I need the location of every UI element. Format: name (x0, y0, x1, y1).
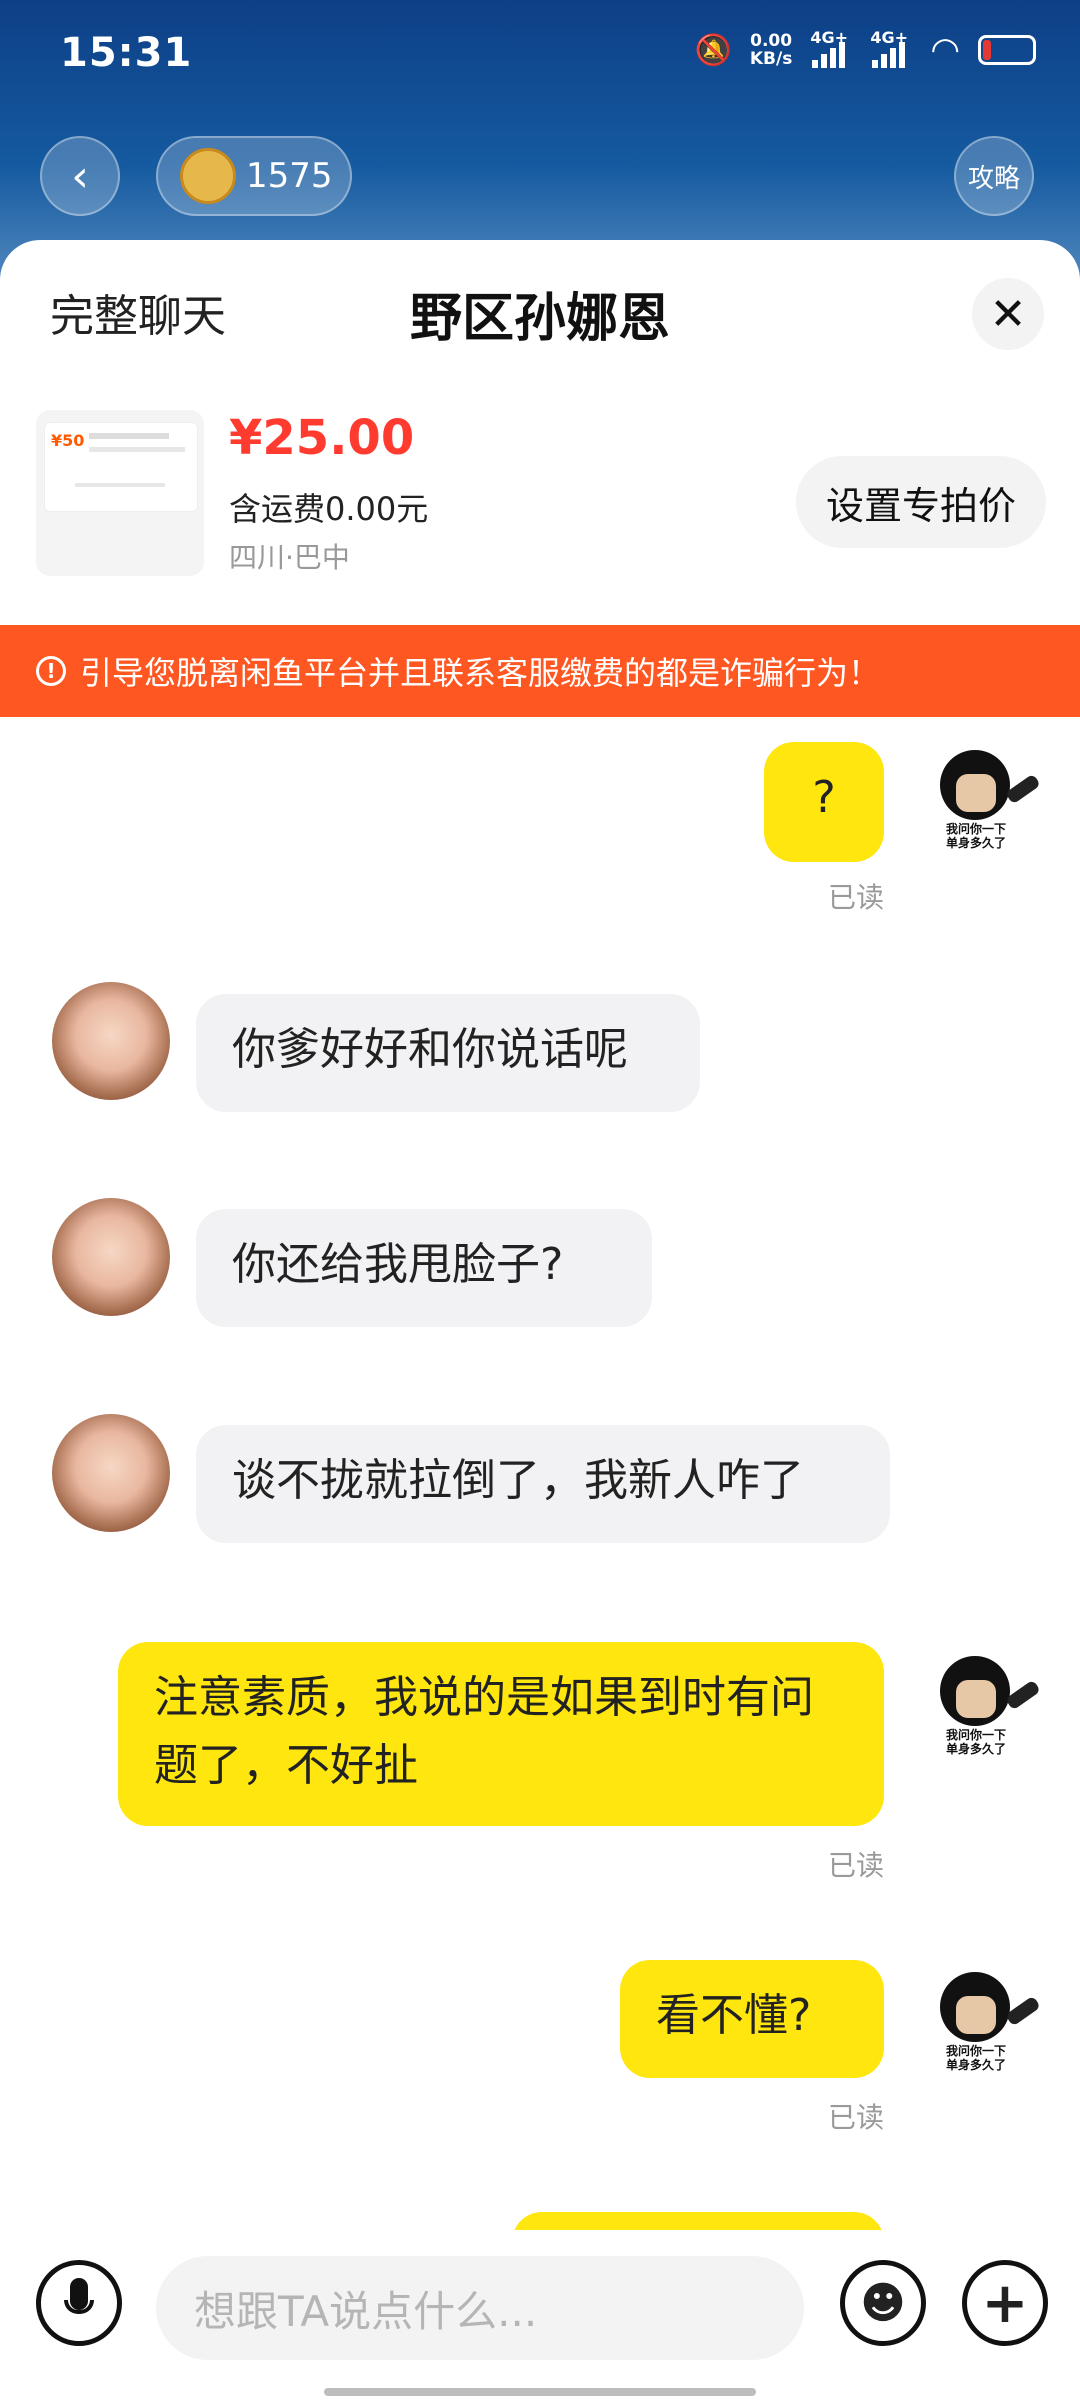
game-toolbar: ‹ 1575 攻略 (0, 136, 1080, 216)
warning-text: 引导您脱离闲鱼平台并且联系客服缴费的都是诈骗行为！ (80, 654, 881, 692)
set-special-price-button[interactable]: 设置专拍价 (795, 456, 1046, 548)
network-speed: 0.00 KB/s (749, 31, 793, 69)
message-bubble[interactable]: 谈不拢就拉倒了，我新人咋了 (196, 1425, 890, 1543)
chevron-left-icon: ‹ (71, 150, 89, 202)
message-bubble[interactable]: ? (764, 742, 884, 862)
alert-icon: ! (36, 656, 66, 686)
avatar[interactable] (52, 1198, 170, 1316)
close-icon: ✕ (989, 288, 1027, 340)
avatar[interactable] (52, 982, 170, 1100)
product-location: 四川·巴中 (229, 541, 350, 574)
more-button[interactable]: + (962, 2260, 1048, 2346)
clock: 15:31 (60, 30, 193, 76)
read-receipt: 已读 (827, 2101, 884, 2134)
input-bar: 想跟TA说点什么... ☻ + (0, 2230, 1080, 2400)
home-indicator (324, 2388, 756, 2396)
meme-caption: 我问你一下 单身多久了 (946, 1728, 1007, 1756)
meme-caption: 我问你一下 单身多久了 (946, 2044, 1007, 2072)
product-thumbnail[interactable]: ¥50 (36, 410, 204, 576)
coin-counter[interactable]: 1575 (156, 136, 352, 216)
message-input[interactable]: 想跟TA说点什么... (156, 2256, 804, 2360)
read-receipt: 已读 (827, 881, 884, 914)
signal-icon: 4G+ (870, 28, 912, 72)
voice-button[interactable] (36, 2260, 122, 2346)
message-bubble[interactable]: 看不懂? (620, 1960, 884, 2078)
status-bar: 15:31 🔕 0.00 KB/s 4G+ 4G+ ◠ (0, 0, 1080, 110)
guide-button[interactable]: 攻略 (954, 136, 1034, 216)
emoji-button[interactable]: ☻ (840, 2260, 926, 2346)
read-receipt: 已读 (827, 1849, 884, 1882)
avatar[interactable]: 我问你一下 单身多久了 (926, 742, 1044, 860)
message-bubble[interactable]: 你爹好好和你说话呢 (196, 994, 700, 1112)
coin-icon (180, 148, 236, 204)
message-bubble[interactable]: 你还给我甩脸子? (196, 1209, 652, 1327)
fraud-warning-banner: ! 引导您脱离闲鱼平台并且联系客服缴费的都是诈骗行为！ (0, 625, 1080, 717)
plus-icon: + (981, 2270, 1029, 2336)
microphone-icon (59, 2278, 99, 2328)
avatar[interactable] (52, 1414, 170, 1532)
avatar[interactable]: 我问你一下 单身多久了 (926, 1964, 1044, 2082)
meme-caption: 我问你一下 单身多久了 (946, 822, 1007, 850)
emoji-icon: ☻ (860, 2277, 906, 2329)
back-button[interactable]: ‹ (40, 136, 120, 216)
avatar[interactable]: 我问你一下 单身多久了 (926, 1648, 1044, 1766)
signal-icon: 4G+ (810, 28, 852, 72)
battery-icon (978, 35, 1036, 65)
close-button[interactable]: ✕ (972, 278, 1044, 350)
product-price: ¥25.00 (229, 410, 415, 466)
chat-header: 完整聊天 野区孙娜恩 ✕ (0, 240, 1080, 380)
message-bubble[interactable]: 注意素质，我说的是如果到时有问题了，不好扯 (118, 1642, 884, 1826)
mute-icon: 🔕 (694, 32, 732, 68)
chat-title: 野区孙娜恩 (409, 289, 670, 349)
coin-count: 1575 (246, 156, 333, 196)
shipping-info: 含运费0.00元 (229, 490, 429, 528)
wifi-icon: ◠ (930, 30, 960, 70)
product-card[interactable]: ¥50 ¥25.00 含运费0.00元 四川·巴中 设置专拍价 (36, 410, 1046, 580)
